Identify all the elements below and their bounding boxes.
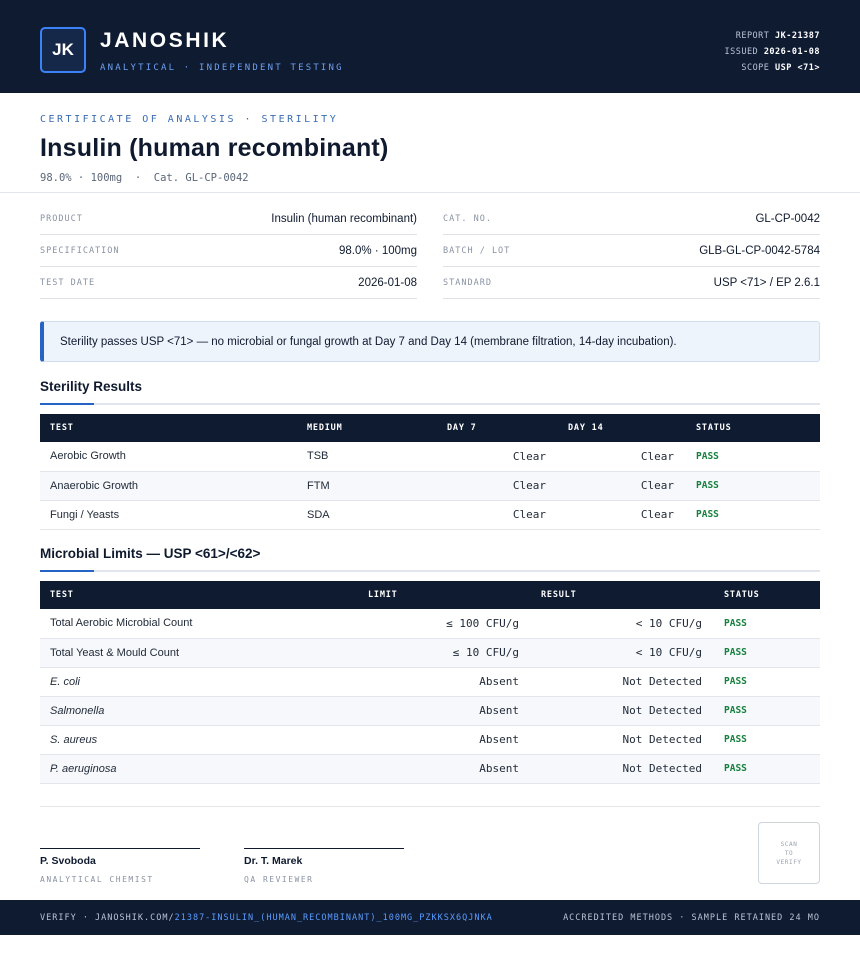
verify-qr-placeholder[interactable]: SCAN TO VERIFY xyxy=(758,822,820,884)
cell-day7: Clear xyxy=(437,500,558,530)
cell-day7: Clear xyxy=(437,442,558,472)
cell-test: Salmonella xyxy=(40,696,358,726)
microbial-table: TEST LIMIT RESULT STATUS Total Aerobic M… xyxy=(40,581,820,784)
table-row: Fungi / Yeasts SDA Clear Clear PASS xyxy=(40,500,820,530)
brand-logo: JK xyxy=(40,27,86,73)
report-meta: REPORT JK-21387 ISSUED 2026-01-08 SCOPE … xyxy=(724,28,820,76)
info-standard: STANDARD USP <71> / EP 2.6.1 xyxy=(443,267,820,299)
cell-limit: Absent xyxy=(358,667,531,697)
cell-day7: Clear xyxy=(437,471,558,501)
status-badge: PASS xyxy=(714,609,820,639)
cell-limit: ≤ 100 CFU/g xyxy=(358,609,531,639)
cell-medium: FTM xyxy=(297,471,437,501)
section-rule-accent xyxy=(40,403,94,405)
sterility-table: TEST MEDIUM DAY 7 DAY 14 STATUS Aerobic … xyxy=(40,414,820,530)
cell-test: Fungi / Yeasts xyxy=(40,500,297,530)
cell-result: < 10 CFU/g xyxy=(531,638,714,668)
table-row: P. aeruginosa Absent Not Detected PASS xyxy=(40,754,820,784)
cell-medium: SDA xyxy=(297,500,437,530)
cell-test: S. aureus xyxy=(40,725,358,755)
table-header-row: TEST LIMIT RESULT STATUS xyxy=(40,581,820,609)
section-rule xyxy=(40,403,820,405)
col-header-result: RESULT xyxy=(541,590,577,600)
cell-test: Total Yeast & Mould Count xyxy=(40,638,358,668)
status-badge: PASS xyxy=(686,442,820,472)
info-test-date: TEST DATE 2026-01-08 xyxy=(40,267,417,299)
cell-result: Not Detected xyxy=(531,725,714,755)
col-header-medium: MEDIUM xyxy=(307,423,343,433)
info-product: PRODUCT Insulin (human recombinant) xyxy=(40,203,417,235)
section-rule-accent xyxy=(40,570,94,572)
cell-limit: Absent xyxy=(358,754,531,784)
footer-note: ACCREDITED METHODS · SAMPLE RETAINED 24 … xyxy=(563,912,820,923)
divider xyxy=(40,806,820,807)
status-badge: PASS xyxy=(714,754,820,784)
cell-test: P. aeruginosa xyxy=(40,754,358,784)
cell-test: E. coli xyxy=(40,667,358,697)
info-specification: SPECIFICATION 98.0% · 100mg xyxy=(40,235,417,267)
page-title: Insulin (human recombinant) xyxy=(40,134,389,162)
section-title-sterility: Sterility Results xyxy=(40,379,143,394)
cell-test: Total Aerobic Microbial Count xyxy=(40,609,358,639)
cell-test: Aerobic Growth xyxy=(40,442,297,472)
table-row: Total Yeast & Mould Count ≤ 10 CFU/g < 1… xyxy=(40,638,820,668)
verify-link[interactable]: VERIFY · JANOSHIK.COM/21387-INSULIN_(HUM… xyxy=(40,913,493,923)
result-callout: Sterility passes USP <71> — no microbial… xyxy=(40,321,820,362)
cell-day14: Clear xyxy=(558,471,686,501)
table-row: Salmonella Absent Not Detected PASS xyxy=(40,696,820,726)
status-badge: PASS xyxy=(714,696,820,726)
cell-test: Anaerobic Growth xyxy=(40,471,297,501)
col-header-status: STATUS xyxy=(696,423,732,433)
report-footer: VERIFY · JANOSHIK.COM/21387-INSULIN_(HUM… xyxy=(0,900,860,935)
callout-text: Sterility passes USP <71> — no microbial… xyxy=(60,335,677,348)
brand-tagline: ANALYTICAL · INDEPENDENT TESTING xyxy=(100,63,344,73)
col-header-test: TEST xyxy=(50,590,74,600)
signature-block-chemist: P. Svoboda ANALYTICAL CHEMIST xyxy=(40,848,200,884)
table-row: Total Aerobic Microbial Count ≤ 100 CFU/… xyxy=(40,609,820,639)
cell-day14: Clear xyxy=(558,500,686,530)
table-row: Aerobic Growth TSB Clear Clear PASS xyxy=(40,442,820,472)
table-row: Anaerobic Growth FTM Clear Clear PASS xyxy=(40,471,820,501)
meta-issued: ISSUED 2026-01-08 xyxy=(724,47,820,57)
info-batch-lot: BATCH / LOT GLB-GL-CP-0042-5784 xyxy=(443,235,820,267)
cell-day14: Clear xyxy=(558,442,686,472)
col-header-test: TEST xyxy=(50,423,74,433)
table-row: E. coli Absent Not Detected PASS xyxy=(40,667,820,697)
report-header: JK JANOSHIK ANALYTICAL · INDEPENDENT TES… xyxy=(0,0,860,93)
status-badge: PASS xyxy=(714,667,820,697)
cell-result: Not Detected xyxy=(531,696,714,726)
signature-role: ANALYTICAL CHEMIST xyxy=(40,875,154,884)
table-row: S. aureus Absent Not Detected PASS xyxy=(40,725,820,755)
cell-limit: Absent xyxy=(358,725,531,755)
status-badge: PASS xyxy=(686,500,820,530)
signature-name: Dr. T. Marek xyxy=(244,855,303,867)
col-header-status: STATUS xyxy=(724,590,760,600)
section-rule xyxy=(40,570,820,572)
table-header-row: TEST MEDIUM DAY 7 DAY 14 STATUS xyxy=(40,414,820,442)
meta-report: REPORT JK-21387 xyxy=(735,31,820,41)
cell-result: < 10 CFU/g xyxy=(531,609,714,639)
signature-name: P. Svoboda xyxy=(40,855,96,867)
status-badge: PASS xyxy=(686,471,820,501)
col-header-day14: DAY 14 xyxy=(568,423,604,433)
certificate-eyebrow: CERTIFICATE OF ANALYSIS · STERILITY xyxy=(40,114,339,125)
status-badge: PASS xyxy=(714,638,820,668)
status-badge: PASS xyxy=(714,725,820,755)
brand-name: JANOSHIK xyxy=(100,29,230,52)
cell-result: Not Detected xyxy=(531,754,714,784)
col-header-day7: DAY 7 xyxy=(447,423,477,433)
cell-limit: Absent xyxy=(358,696,531,726)
cell-medium: TSB xyxy=(297,442,437,472)
section-title-microbial: Microbial Limits — USP <61>/<62> xyxy=(40,546,261,561)
cell-limit: ≤ 10 CFU/g xyxy=(358,638,531,668)
meta-scope: SCOPE USP <71> xyxy=(741,63,820,73)
cell-result: Not Detected xyxy=(531,667,714,697)
divider xyxy=(0,192,860,193)
info-cat-no: CAT. NO. GL-CP-0042 xyxy=(443,203,820,235)
signature-block-reviewer: Dr. T. Marek QA REVIEWER xyxy=(244,848,404,884)
col-header-limit: LIMIT xyxy=(368,590,398,600)
page-subtitle: 98.0% · 100mg · Cat. GL-CP-0042 xyxy=(40,172,249,184)
signature-role: QA REVIEWER xyxy=(244,875,314,884)
